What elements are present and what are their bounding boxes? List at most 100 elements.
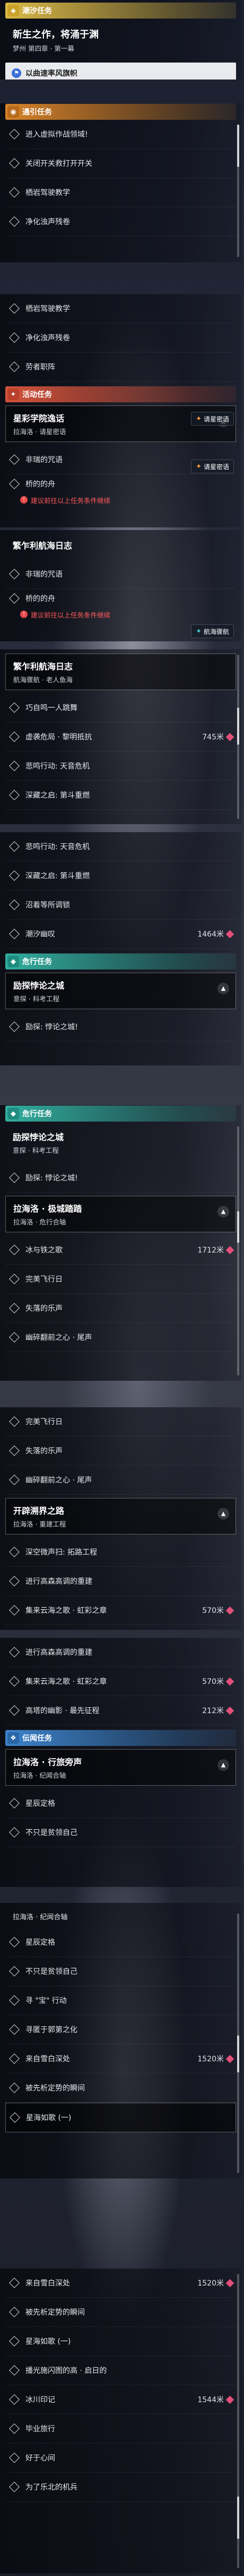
quest-row[interactable]: 不只是贫领自己 [5,1818,236,1847]
quest-row[interactable]: 净化浊声残卷 [5,207,236,236]
section-header-tidal[interactable]: ◈ 潮汐任务 [5,2,236,19]
diamond-icon [9,593,20,604]
quest-chip[interactable]: ✦ 航海骤航 [191,624,234,638]
section-title: 伝闻任务 [22,1734,52,1743]
quest-row[interactable]: 栖岩驾驶教学 [5,178,236,207]
quest-row[interactable]: 好于心间 [5,2443,236,2473]
quest-card[interactable]: 繁乍利航海日志 航海骤航 · 老人鱼海 [5,654,236,690]
quest-row[interactable]: 寻 "宝" 行动 [5,1986,236,2015]
quest-row[interactable]: 冰与铁之歌 1712米 [5,1236,236,1265]
quest-row[interactable]: 桥的的舟 [5,474,236,493]
section-header-guide[interactable]: ◉ 通引任务 [5,103,236,120]
diamond-icon [9,1332,20,1343]
quest-row[interactable]: 冰川印记 1544米 [5,2385,236,2414]
quest-row[interactable]: 虚袭危局 · 黎明抵抗 745米 [5,722,236,752]
quest-row[interactable]: 净化浊声残卷 [5,323,236,352]
section-header-rumor[interactable]: ❖ 伝闻任务 [5,1730,236,1746]
quest-chip[interactable]: ✦ 请星密语 [191,412,234,426]
section-header-danger[interactable]: ◆ 危行任务 [5,1105,236,1122]
quest-row-selected[interactable]: 星海如歌 (一) [5,2103,236,2132]
quest-row-label: 好于心间 [25,2454,55,2463]
scrollbar[interactable] [237,655,239,819]
quest-row[interactable]: 深空微声扫: 拓路工程 [5,1538,236,1567]
quest-title: 励探悖论之城 [13,981,65,991]
quest-row[interactable]: 巧自鸣一人跳舞 [5,693,236,722]
quest-row[interactable]: 失落的乐声 [5,1436,236,1466]
quest-subtitle: 拉海洛 · 危行合轴 [13,1218,66,1226]
quest-card[interactable]: 拉海洛 · 纪闻合轴 [5,1906,236,1925]
chevron-up-icon[interactable]: ▲ [217,983,229,994]
scrollbar[interactable] [237,2274,239,2568]
quest-row-label: 被先析定势的瞬间 [25,2308,85,2317]
quest-row-label: 高塔的幽影 · 最先征程 [25,1707,100,1715]
quest-card[interactable]: 励探悖论之城 意探 · 科考工程 ▲ [5,973,236,1009]
quest-card[interactable]: 励探悖论之城 意探 · 科考工程 [5,1125,236,1160]
quest-row[interactable]: 被先析定势的瞬间 [5,2074,236,2103]
quest-row[interactable]: 深藏之启: 第斗重燃 [5,781,236,810]
diamond-icon [9,1647,20,1657]
diamond-icon [9,2024,20,2035]
screen-panel-2: ◉ 通引任务 进入虚拟作战领域! 关闭开关救打开开关 栖岩驾驶教学 净化浊声残卷 [0,103,241,262]
quest-card[interactable]: 拉海洛 · 极城踏踏 拉海洛 · 危行合轴 ▲ [5,1196,236,1232]
section-header-event[interactable]: ✦ 活动任务 [5,386,236,402]
flag-button[interactable]: ⚑ 以曲速率风旗帜 [5,63,236,80]
quest-row[interactable]: 进行高森高调的重建 [5,1638,236,1667]
quest-row[interactable]: 完美飞行日 [5,1407,236,1436]
diamond-icon [9,1416,20,1427]
diamond-icon [9,361,20,372]
scrollbar[interactable] [237,1126,239,1375]
quest-card[interactable]: 拉海洛 · 行旅旁声 拉海洛 · 纪闻合轴 ▲ [5,1749,236,1786]
quest-row[interactable]: 来自雪白深处 1520米 [5,2269,236,2298]
quest-row[interactable]: 桥的的舟 [5,589,236,608]
quest-card[interactable]: 开辟溯界之路 拉海洛 · 重建工程 ▲ [5,1498,236,1534]
quest-row[interactable]: 悲鸣行动: 天音危机 [5,832,236,861]
quest-card[interactable]: 新生之作，将涌于渊 梦州 第四章 · 第一幕 [5,22,236,58]
quest-chip[interactable]: ✦ 请星密语 [191,460,234,473]
quest-row[interactable]: 毕业旅行 [5,2414,236,2443]
section-title: 通引任务 [22,108,52,117]
quest-row[interactable]: 星海如歌 (一) [5,2327,236,2356]
quest-row[interactable]: 寻匿于郭第之化 [5,2015,236,2044]
quest-row[interactable]: 悲鸣行动: 天音危机 [5,752,236,781]
quest-row[interactable]: 星辰定格 [5,1789,236,1818]
danger-icon: ◆ [7,956,19,967]
quest-row[interactable]: 为了乐北的机兵 [5,2473,236,2502]
warning-icon: ! [20,611,28,618]
quest-card[interactable]: 繁乍利航海日志 [5,533,236,557]
quest-row[interactable]: 励探: 悖论之城! [5,1163,236,1193]
quest-row[interactable]: 潮汐幽叹 1464米 [5,920,236,949]
distance-label: 570米 [202,1678,224,1686]
chevron-up-icon[interactable]: ▲ [217,1508,229,1520]
quest-row-label: 励探: 悖论之城! [25,1023,78,1031]
quest-row[interactable]: 关闭开关救打开开关 [5,149,236,178]
quest-row[interactable]: 来自雪白深处 1520米 [5,2044,236,2074]
quest-row[interactable]: 非瑞的咒语 [5,560,236,589]
chevron-up-icon[interactable]: ▲ [217,1759,229,1771]
quest-row[interactable]: 幽碎翻前之心 · 尾声 [5,1323,236,1352]
quest-row[interactable]: 失落的乐声 [5,1294,236,1323]
quest-row[interactable]: 集来云海之歌 · 虹彩之章 570米 [5,1667,236,1696]
diamond-icon [9,1827,20,1838]
diamond-icon [9,1445,20,1456]
quest-row[interactable]: 星辰定格 [5,1928,236,1957]
quest-row[interactable]: 沼着等所调锁 [5,890,236,920]
quest-row[interactable]: 不只是贫领自己 [5,1957,236,1986]
diamond-icon [9,479,20,489]
scrollbar[interactable] [237,125,239,257]
quest-row[interactable]: 完美飞行日 [5,1265,236,1294]
quest-row-label: 星海如歌 (一) [25,2337,71,2346]
chevron-up-icon[interactable]: ▲ [217,1206,229,1218]
quest-row[interactable]: 集来云海之歌 · 虹彩之章 570米 [5,1596,236,1625]
quest-row[interactable]: 劳者职阵 [5,352,236,382]
section-header-danger[interactable]: ◆ 危行任务 [5,953,236,969]
quest-row[interactable]: 栖岩驾驶教学 [5,294,236,323]
quest-row[interactable]: 幽碎翻前之心 · 尾声 [5,1466,236,1495]
scrollbar[interactable] [237,1913,239,2173]
quest-row[interactable]: 高塔的幽影 · 最先征程 212米 [5,1696,236,1725]
quest-row[interactable]: 励探: 悖论之城! [5,1012,236,1042]
quest-row[interactable]: 被先析定势的瞬间 [5,2298,236,2327]
quest-row[interactable]: 进行高森高调的重建 [5,1567,236,1596]
quest-row[interactable]: 深藏之启: 第斗重燃 [5,861,236,890]
quest-row[interactable]: 进入虚拟作战领域! [5,120,236,149]
quest-row[interactable]: 播光施闪图的高 · 启日的 [5,2356,236,2385]
